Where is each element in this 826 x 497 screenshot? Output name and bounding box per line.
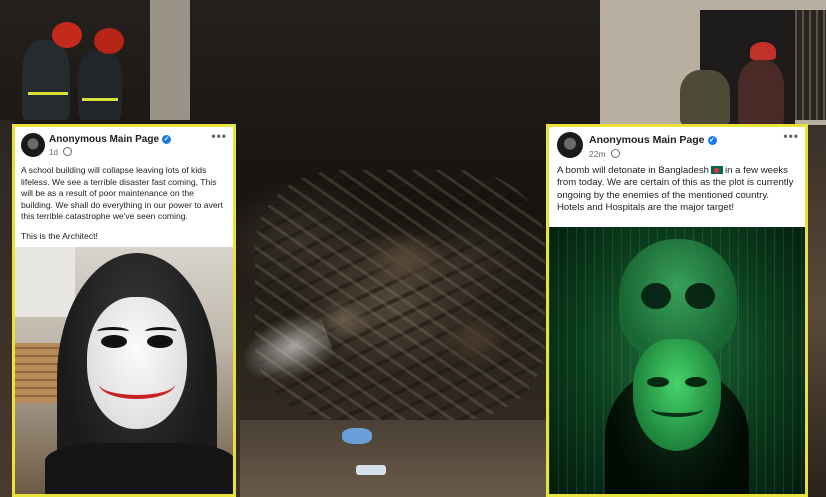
soldier — [738, 60, 784, 125]
page-name[interactable]: Anonymous Main Page ✓ — [589, 134, 717, 146]
post-meta: 22m — [589, 149, 620, 159]
verified-badge-icon: ✓ — [162, 135, 172, 144]
post-card-left: Anonymous Main Page ✓ 1d ••• A school bui… — [12, 124, 236, 497]
blue-bucket — [342, 428, 372, 444]
post-meta: 1d — [49, 147, 72, 157]
globe-icon — [62, 147, 72, 156]
mask-smile — [99, 369, 175, 399]
post-paragraph: A school building will collapse leaving … — [21, 165, 223, 222]
reflective-stripe — [28, 92, 68, 95]
skull-eye-socket — [641, 283, 671, 309]
firefighter-helmet — [94, 28, 124, 54]
jacket — [45, 443, 233, 494]
mask-eye — [101, 335, 127, 348]
post-header: Anonymous Main Page ✓ 1d ••• — [15, 127, 233, 165]
burnt-wreckage — [255, 170, 545, 420]
verified-badge-icon: ✓ — [707, 136, 717, 145]
avatar[interactable] — [557, 132, 583, 158]
window-grille — [795, 10, 826, 120]
globe-icon — [610, 149, 620, 158]
soldier — [680, 70, 730, 125]
page-name[interactable]: Anonymous Main Page ✓ — [49, 134, 172, 145]
post-time[interactable]: 1d — [49, 148, 58, 157]
guy-fawkes-mask — [633, 339, 721, 451]
flooded-floor — [240, 420, 550, 497]
reflective-stripe — [82, 98, 118, 101]
mask-mustache — [651, 401, 703, 417]
avatar[interactable] — [21, 133, 45, 157]
firefighter-helmet — [52, 22, 82, 48]
more-options-icon[interactable]: ••• — [783, 129, 799, 143]
red-beret — [750, 42, 776, 60]
firefighter — [78, 50, 122, 120]
mask-eye — [647, 377, 669, 387]
post-card-right: Anonymous Main Page ✓ 22m ••• A bomb will… — [546, 124, 808, 497]
post-header: Anonymous Main Page ✓ 22m ••• — [549, 127, 805, 165]
mask-eye — [685, 377, 707, 387]
building-pillar — [150, 0, 190, 120]
bangladesh-flag-icon — [711, 166, 724, 174]
window — [15, 247, 75, 317]
post-time[interactable]: 22m — [589, 149, 606, 159]
post-text: A bomb will detonate in Bangladesh in a f… — [549, 165, 805, 215]
joker-mask — [87, 297, 187, 429]
post-paragraph: A bomb will detonate in Bangladesh in a f… — [557, 165, 794, 214]
mask-eye — [147, 335, 173, 348]
skull-eye-socket — [685, 283, 715, 309]
firefighter — [22, 40, 70, 120]
post-image-hooded-mask[interactable] — [15, 247, 233, 494]
plastic-bottle — [356, 465, 386, 475]
post-text: A school building will collapse leaving … — [15, 165, 233, 243]
post-image-green-skull[interactable] — [549, 227, 805, 494]
background-edge — [805, 125, 826, 497]
post-paragraph: This is the Architect! — [21, 230, 98, 241]
more-options-icon[interactable]: ••• — [211, 129, 227, 143]
